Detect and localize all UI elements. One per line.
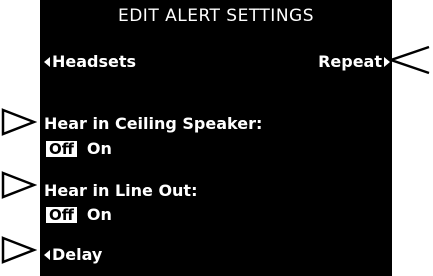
pointer-arrow-ceiling-icon	[1, 108, 37, 136]
line-out-label: Hear in Line Out:	[44, 181, 198, 200]
nav-repeat-button[interactable]: Repeat	[318, 52, 390, 71]
triangle-left-icon	[44, 249, 50, 260]
page: EDIT ALERT SETTINGS Headsets Repeat Hear…	[0, 0, 433, 276]
line-out-on-option[interactable]: On	[87, 205, 112, 224]
line-out-off-option[interactable]: Off	[46, 206, 77, 223]
pointer-arrow-lineout-icon	[1, 171, 37, 199]
triangle-left-icon	[44, 56, 50, 67]
nav-delay-label: Delay	[52, 245, 103, 264]
pointer-arrow-delay-icon	[1, 236, 37, 264]
nav-repeat-label: Repeat	[318, 52, 382, 71]
ceiling-speaker-on-option[interactable]: On	[87, 139, 112, 158]
pointer-arrow-repeat-icon	[387, 45, 431, 75]
ceiling-speaker-label: Hear in Ceiling Speaker:	[44, 114, 263, 133]
line-out-options: Off On	[46, 205, 112, 224]
ceiling-speaker-options: Off On	[46, 139, 112, 158]
alert-settings-screen: EDIT ALERT SETTINGS Headsets Repeat Hear…	[40, 0, 392, 276]
nav-delay-button[interactable]: Delay	[44, 245, 102, 264]
screen-title: EDIT ALERT SETTINGS	[117, 6, 315, 26]
nav-headsets-button[interactable]: Headsets	[44, 52, 136, 71]
triangle-right-icon	[384, 56, 390, 67]
nav-headsets-label: Headsets	[52, 52, 137, 71]
ceiling-speaker-off-option[interactable]: Off	[46, 140, 77, 157]
